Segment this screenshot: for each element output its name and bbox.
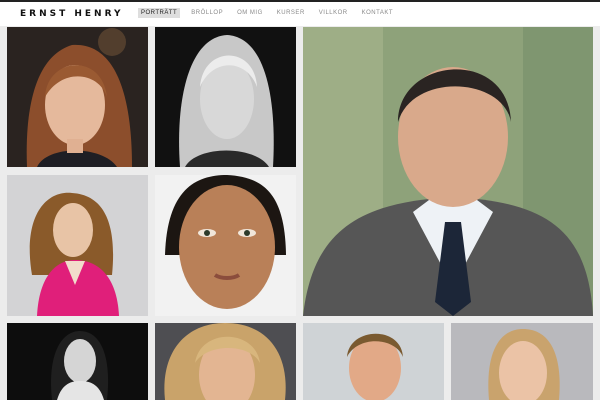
portrait-photo-7[interactable] (155, 323, 296, 400)
nav-item-om-mig[interactable]: OM MIG (234, 8, 266, 18)
nav-item-villkor[interactable]: VILLKOR (316, 8, 351, 18)
portrait-photo-5[interactable] (155, 175, 296, 316)
nav-item-portratt[interactable]: PORTRÄTT (138, 8, 181, 18)
nav-item-brollop[interactable]: BRÖLLOP (188, 8, 226, 18)
portrait-photo-2[interactable] (155, 27, 296, 167)
portrait-photo-3[interactable] (303, 27, 593, 316)
portrait-photo-4[interactable] (7, 175, 148, 316)
portrait-photo-8[interactable] (303, 323, 444, 400)
site-logo[interactable]: ERNST HENRY (20, 9, 124, 19)
portrait-photo-6[interactable] (7, 323, 148, 400)
header-bar: ERNST HENRY PORTRÄTT BRÖLLOP OM MIG KURS… (0, 0, 600, 26)
nav-item-kontakt[interactable]: KONTAKT (359, 8, 396, 18)
portrait-photo-9[interactable] (451, 323, 593, 400)
main-nav: PORTRÄTT BRÖLLOP OM MIG KURSER VILLKOR K… (138, 8, 396, 18)
portrait-photo-1[interactable] (7, 27, 148, 167)
nav-item-kurser[interactable]: KURSER (274, 8, 308, 18)
